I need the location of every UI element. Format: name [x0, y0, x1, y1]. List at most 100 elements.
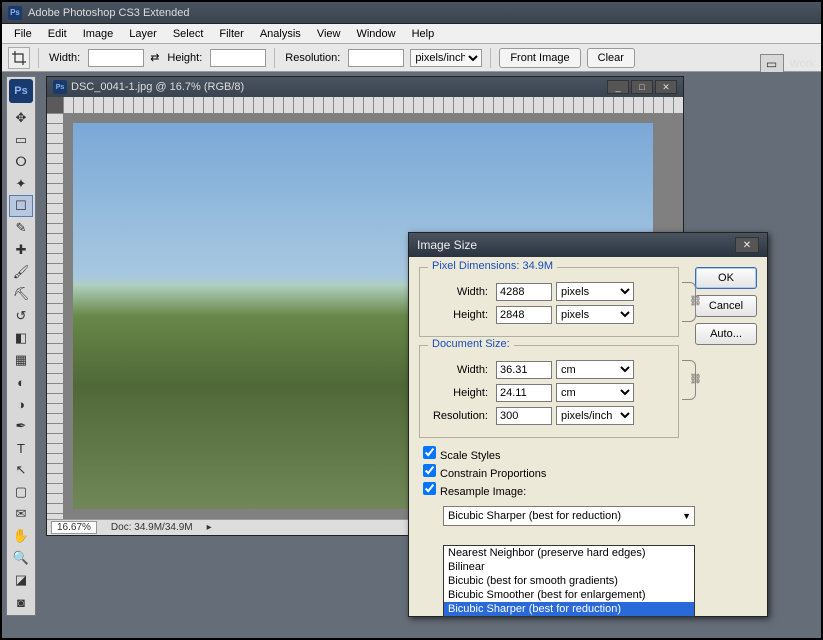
brush-tool[interactable]: 🖌 [9, 261, 33, 283]
document-titlebar[interactable]: Ps DSC_0041-1.jpg @ 16.7% (RGB/8) _ □ ✕ [47, 77, 683, 97]
pixel-width-unit[interactable]: pixels [556, 282, 634, 301]
dialog-titlebar[interactable]: Image Size ✕ [409, 233, 767, 257]
menubar: File Edit Image Layer Select Filter Anal… [2, 24, 821, 44]
menu-help[interactable]: Help [404, 26, 443, 42]
type-tool[interactable]: T [9, 437, 33, 459]
resolution-unit[interactable]: pixels/inch [556, 406, 634, 425]
dodge-tool[interactable]: ◑ [9, 393, 33, 415]
pixel-width-input[interactable] [496, 283, 552, 301]
ok-button[interactable]: OK [695, 267, 757, 289]
shape-tool[interactable]: ▢ [9, 481, 33, 503]
workspace-icon[interactable]: ▭ [760, 54, 784, 74]
app-title: Adobe Photoshop CS3 Extended [28, 7, 189, 19]
zoom-tool[interactable]: 🔍 [9, 547, 33, 569]
resample-option-nearest[interactable]: Nearest Neighbor (preserve hard edges) [444, 546, 694, 560]
blur-tool[interactable]: ◐ [9, 371, 33, 393]
ps-logo-icon: Ps [9, 79, 33, 103]
pixel-dimensions-value: 34.9M [522, 260, 553, 272]
document-size-group: Document Size: Width: cm Height: cm Reso… [419, 345, 679, 438]
menu-layer[interactable]: Layer [121, 26, 165, 42]
eyedropper-tool[interactable]: ✎ [9, 217, 33, 239]
hand-tool[interactable]: ✋ [9, 525, 33, 547]
pixel-height-label: Height: [428, 309, 488, 321]
chain-icon: ⛓ [689, 374, 702, 385]
doc-size-label: Doc: 34.9M/34.9M [111, 522, 193, 533]
constrain-proportions-checkbox[interactable]: Constrain Proportions [423, 464, 757, 480]
stamp-tool[interactable]: ⛏ [9, 283, 33, 305]
clear-button[interactable]: Clear [587, 48, 635, 68]
menu-view[interactable]: View [309, 26, 349, 42]
resample-option-bilinear[interactable]: Bilinear [444, 560, 694, 574]
resample-option-bicubic[interactable]: Bicubic (best for smooth gradients) [444, 574, 694, 588]
move-tool[interactable]: ✥ [9, 107, 33, 129]
close-button[interactable]: ✕ [655, 80, 677, 94]
eraser-tool[interactable]: ◧ [9, 327, 33, 349]
options-width-label: Width: [49, 52, 80, 64]
doc-height-input[interactable] [496, 384, 552, 402]
pixel-height-input[interactable] [496, 306, 552, 324]
dialog-close-button[interactable]: ✕ [735, 237, 759, 253]
pixel-dimensions-group: Pixel Dimensions: 34.9M Width: pixels He… [419, 267, 679, 337]
color-swatch[interactable]: ◪ [9, 569, 33, 591]
crop-tool-icon[interactable] [8, 47, 30, 69]
document-title: DSC_0041-1.jpg @ 16.7% (RGB/8) [71, 81, 244, 93]
maximize-button[interactable]: □ [631, 80, 653, 94]
image-size-dialog: Image Size ✕ OK Cancel Auto... Pixel Dim… [408, 232, 768, 617]
menu-analysis[interactable]: Analysis [252, 26, 309, 42]
swap-icon[interactable]: ⇄ [150, 51, 159, 64]
toolbox: Ps ✥ ▭ ⵔ ✦ ☐ ✎ ✚ 🖌 ⛏ ↺ ◧ ▦ ◐ ◑ ✒ T ↖ ▢ ✉… [6, 76, 36, 616]
quick-mask[interactable]: ◙ [9, 591, 33, 613]
app-titlebar: Ps Adobe Photoshop CS3 Extended [2, 2, 821, 24]
pixel-height-unit[interactable]: pixels [556, 305, 634, 324]
doc-height-unit[interactable]: cm [556, 383, 634, 402]
vertical-ruler [47, 113, 63, 519]
dialog-title: Image Size [417, 238, 477, 252]
wand-tool[interactable]: ✦ [9, 173, 33, 195]
resolution-input[interactable] [496, 407, 552, 425]
menu-image[interactable]: Image [75, 26, 122, 42]
path-tool[interactable]: ↖ [9, 459, 33, 481]
marquee-tool[interactable]: ▭ [9, 129, 33, 151]
cancel-button[interactable]: Cancel [695, 295, 757, 317]
doc-width-input[interactable] [496, 361, 552, 379]
options-height-input[interactable] [210, 49, 266, 67]
pixel-dimensions-label: Pixel Dimensions: [432, 260, 519, 272]
menu-file[interactable]: File [6, 26, 40, 42]
pen-tool[interactable]: ✒ [9, 415, 33, 437]
options-width-input[interactable] [88, 49, 144, 67]
crop-tool[interactable]: ☐ [9, 195, 33, 217]
options-resolution-input[interactable] [348, 49, 404, 67]
resample-dropdown-list: Nearest Neighbor (preserve hard edges) B… [443, 545, 695, 617]
minimize-button[interactable]: _ [607, 80, 629, 94]
auto-button[interactable]: Auto... [695, 323, 757, 345]
chain-icon: ⛓ [689, 296, 702, 307]
menu-filter[interactable]: Filter [211, 26, 251, 42]
options-unit-select[interactable]: pixels/inch [410, 49, 482, 67]
workspace-label: Work [790, 58, 815, 70]
menu-select[interactable]: Select [165, 26, 212, 42]
menu-window[interactable]: Window [348, 26, 403, 42]
options-bar: Width: ⇄ Height: Resolution: pixels/inch… [2, 44, 821, 72]
resample-option-smoother[interactable]: Bicubic Smoother (best for enlargement) [444, 588, 694, 602]
app-icon: Ps [8, 6, 22, 20]
options-height-label: Height: [167, 52, 202, 64]
front-image-button[interactable]: Front Image [499, 48, 580, 68]
resample-method-select[interactable]: Bicubic Sharper (best for reduction) [443, 506, 695, 526]
lasso-tool[interactable]: ⵔ [9, 151, 33, 173]
resample-option-sharper[interactable]: Bicubic Sharper (best for reduction) [444, 602, 694, 616]
menu-edit[interactable]: Edit [40, 26, 75, 42]
document-size-label: Document Size: [432, 338, 510, 350]
doc-icon: Ps [53, 80, 67, 94]
scale-styles-checkbox[interactable]: Scale Styles [423, 446, 757, 462]
workspace: Ps ✥ ▭ ⵔ ✦ ☐ ✎ ✚ 🖌 ⛏ ↺ ◧ ▦ ◐ ◑ ✒ T ↖ ▢ ✉… [2, 72, 821, 638]
pixel-width-label: Width: [428, 286, 488, 298]
doc-width-unit[interactable]: cm [556, 360, 634, 379]
healing-tool[interactable]: ✚ [9, 239, 33, 261]
gradient-tool[interactable]: ▦ [9, 349, 33, 371]
history-brush-tool[interactable]: ↺ [9, 305, 33, 327]
resample-checkbox[interactable]: Resample Image: [423, 482, 757, 498]
zoom-field[interactable]: 16.67% [51, 521, 97, 534]
resolution-label: Resolution: [428, 410, 488, 422]
notes-tool[interactable]: ✉ [9, 503, 33, 525]
doc-width-label: Width: [428, 364, 488, 376]
